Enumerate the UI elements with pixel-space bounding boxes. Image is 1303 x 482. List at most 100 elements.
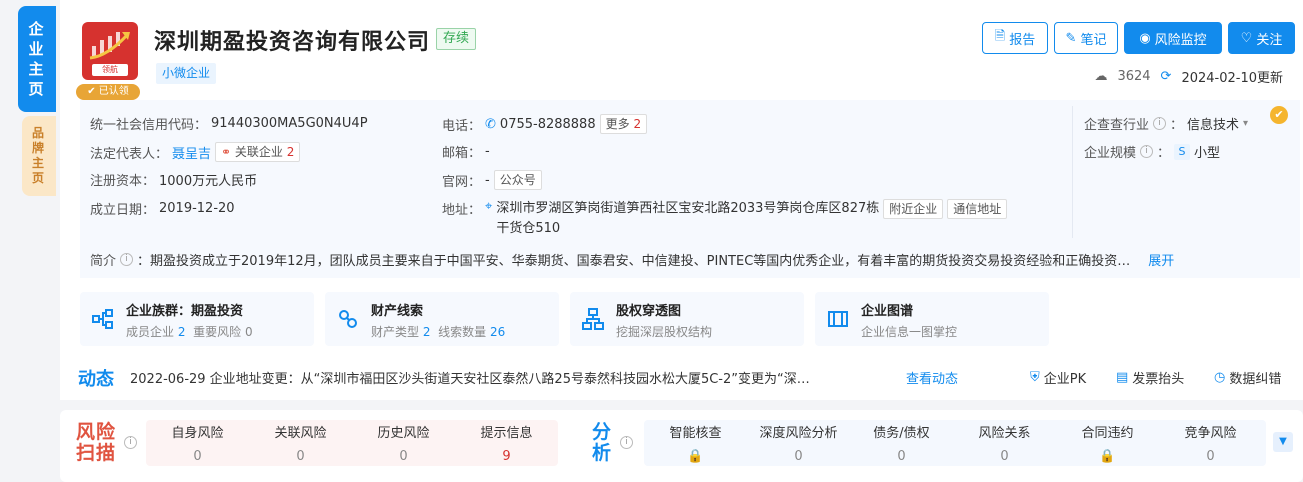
- tab-brand-home[interactable]: 品牌主页: [22, 116, 56, 196]
- analysis-value: 0: [897, 449, 906, 464]
- wechat-button[interactable]: 公众号: [493, 170, 542, 190]
- graph-icon: [828, 311, 848, 327]
- feature-card-graph[interactable]: 企业图谱 企业信息一图掌控: [815, 292, 1049, 346]
- page: 企业主页 品牌主页 领航 ✔ 已认领 深圳期盈投资咨询有限公司 存续 小微企业 …: [0, 0, 1303, 482]
- credit-code-row: 统一社会信用代码： 91440300MA5G0N4U4P: [90, 114, 368, 133]
- invoice-title-label: 发票抬头: [1132, 372, 1185, 387]
- risk-value: 0: [193, 449, 202, 464]
- feature-title: 财产线索: [371, 304, 424, 319]
- analysis-value: 0: [1206, 449, 1215, 464]
- invoice-title-button[interactable]: ▤ 发票抬头: [1116, 368, 1184, 387]
- feature-title: 企业族群：期盈投资: [126, 304, 244, 319]
- legal-rep-link[interactable]: 聂呈吉: [172, 143, 211, 162]
- website-value: -: [485, 172, 490, 188]
- company-pk-label: 企业PK: [1043, 372, 1087, 387]
- data-correction-button[interactable]: ◷ 数据纠错: [1214, 368, 1281, 387]
- refresh-icon[interactable]: ⟳: [1161, 69, 1172, 84]
- data-correction-label: 数据纠错: [1229, 372, 1282, 387]
- related-companies-button[interactable]: ⚭ 关联企业 2: [215, 142, 301, 162]
- related-label: 关联企业: [234, 145, 283, 159]
- mail-address-button[interactable]: 通信地址: [947, 199, 1008, 219]
- pencil-icon: ✎: [1065, 30, 1077, 46]
- view-dynamic-link[interactable]: 查看动态: [906, 368, 958, 387]
- verified-badge-icon[interactable]: ✔: [1270, 106, 1288, 124]
- size-value: 小型: [1194, 146, 1221, 161]
- risk-cell-history[interactable]: 历史风险 0: [352, 422, 455, 464]
- report-button[interactable]: 🗎 报告: [982, 22, 1048, 54]
- nearby-companies-button[interactable]: 附近企业: [883, 199, 944, 219]
- analysis-title: 分析: [592, 421, 613, 464]
- note-label: 笔记: [1080, 32, 1107, 48]
- update-date: 2024-02-10更新: [1181, 71, 1283, 86]
- intro-text: ：期盈投资成立于2019年12月，团队成员主要来自于中国平安、华泰期货、国泰君安…: [137, 254, 1131, 269]
- feature-card-group[interactable]: 企业族群：期盈投资 成员企业 2 重要风险 0: [80, 292, 314, 346]
- help-icon[interactable]: i: [124, 436, 137, 449]
- company-header-card: 领航 ✔ 已认领 深圳期盈投资咨询有限公司 存续 小微企业 🗎 报告 ✎ 笔记 ◉ 风…: [60, 0, 1303, 400]
- analysis-cell-contract[interactable]: 合同违约 🔒: [1056, 422, 1159, 464]
- size-row: 企业规模 i ： S 小型: [1084, 142, 1220, 161]
- expand-link[interactable]: 展开: [1148, 250, 1174, 269]
- lock-icon: 🔒: [687, 449, 704, 464]
- monitor-icon: ◉: [1139, 30, 1151, 46]
- feature-sub: 成员企业 2 重要风险 0: [126, 325, 253, 339]
- credit-code-value[interactable]: 91440300MA5G0N4U4P: [211, 116, 368, 131]
- phone-value[interactable]: 0755-8288888: [500, 117, 596, 132]
- legal-rep-label: 法定代表人：: [90, 146, 169, 162]
- website-row: 官网： - 公众号: [442, 170, 542, 190]
- help-icon[interactable]: i: [1140, 145, 1154, 158]
- certified-badge[interactable]: ✔ 已认领: [76, 84, 140, 100]
- help-icon[interactable]: i: [620, 436, 633, 449]
- risk-monitor-button[interactable]: ◉ 风险监控: [1124, 22, 1222, 54]
- analysis-cell-debt[interactable]: 债务/债权 0: [850, 422, 953, 464]
- expand-dropdown-icon[interactable]: ▼: [1273, 432, 1293, 452]
- basic-info-panel: 统一社会信用代码： 91440300MA5G0N4U4P 法定代表人： 聂呈吉 …: [80, 100, 1300, 278]
- feature-card-property[interactable]: 财产线索 财产类型 2 线索数量 26: [325, 292, 559, 346]
- company-pk-button[interactable]: ⛨ 企业PK: [1030, 368, 1086, 387]
- risk-cell-tips[interactable]: 提示信息 9: [455, 422, 558, 464]
- more-count: 2: [633, 117, 642, 131]
- tab-company-home[interactable]: 企业主页: [18, 6, 56, 112]
- address-value[interactable]: 深圳市罗湖区笋岗街道笋西社区宝安北路2033号笋岗仓库区827栋 干货仓510: [496, 199, 879, 239]
- capital-label: 注册资本：: [90, 174, 156, 189]
- feature-sub: 企业信息一图掌控: [861, 325, 958, 339]
- follow-button[interactable]: ♡ 关注: [1228, 22, 1295, 54]
- legal-rep-row: 法定代表人： 聂呈吉 ⚭ 关联企业 2: [90, 142, 301, 162]
- analysis-cell-deep-risk[interactable]: 深度风险分析 0: [747, 422, 850, 464]
- check-icon: ✔: [87, 86, 99, 97]
- address-line2: 干货仓510: [496, 221, 561, 236]
- analysis-cell-relations[interactable]: 风险关系 0: [953, 422, 1056, 464]
- help-icon[interactable]: i: [120, 253, 134, 266]
- analysis-cell-smart-check[interactable]: 智能核查 🔒: [644, 422, 747, 464]
- chevron-down-icon[interactable]: ▾: [1243, 118, 1248, 129]
- invoice-icon: ▤: [1116, 370, 1129, 385]
- risk-label: 提示信息: [480, 426, 533, 441]
- feature-card-equity[interactable]: 股权穿透图 挖掘深层股权结构: [570, 292, 804, 346]
- org-chart-icon: [92, 309, 113, 329]
- dynamic-text[interactable]: 2022-06-29 企业地址变更：从“深圳市福田区沙头街道天安社区泰然八路25…: [130, 368, 810, 387]
- intro-label: 简介: [90, 254, 117, 269]
- risk-label: 关联风险: [274, 426, 327, 441]
- status-badge: 存续: [436, 28, 477, 50]
- note-button[interactable]: ✎ 笔记: [1054, 22, 1118, 54]
- industry-value[interactable]: 信息技术: [1187, 114, 1239, 133]
- scale-tag[interactable]: 小微企业: [156, 63, 217, 84]
- link-icon: ⚭: [221, 145, 232, 159]
- risk-cell-related[interactable]: 关联风险 0: [249, 422, 352, 464]
- feature-title: 股权穿透图: [616, 304, 682, 319]
- capital-row: 注册资本： 1000万元人民币: [90, 170, 257, 189]
- analysis-value: 0: [794, 449, 803, 464]
- address-line1: 深圳市罗湖区笋岗街道笋西社区宝安北路2033号笋岗仓库区827栋: [496, 201, 880, 216]
- risk-scan-card: 风险 扫描 i 自身风险 0 关联风险 0 历史风险 0 提示信息 9 分析 i 智能核查…: [60, 410, 1303, 482]
- heart-icon: ♡: [1240, 30, 1253, 46]
- analysis-label: 智能核查: [669, 426, 722, 441]
- related-count: 2: [286, 145, 295, 159]
- risk-cell-self[interactable]: 自身风险 0: [146, 422, 249, 464]
- credit-code-label: 统一社会信用代码：: [90, 118, 208, 133]
- company-logo: 领航: [82, 22, 138, 80]
- chain-icon: [339, 310, 357, 328]
- help-icon[interactable]: i: [1153, 117, 1167, 130]
- view-count: 3624: [1117, 69, 1151, 84]
- analysis-cell-competition[interactable]: 竞争风险 0: [1159, 422, 1262, 464]
- risk-value: 0: [296, 449, 305, 464]
- more-phones-button[interactable]: 更多 2: [599, 114, 648, 134]
